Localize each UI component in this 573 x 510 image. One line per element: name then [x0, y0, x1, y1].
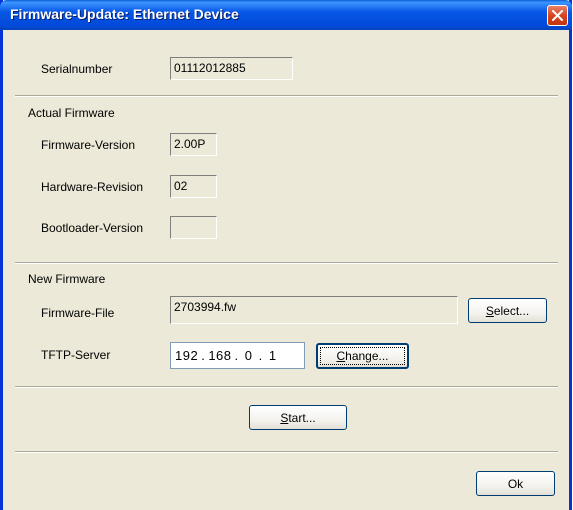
- firmware-update-dialog: Firmware-Update: Ethernet Device Serialn…: [0, 0, 572, 510]
- separator: [15, 386, 558, 388]
- firmware-version-field: 2.00P: [170, 133, 217, 156]
- new-firmware-heading: New Firmware: [28, 272, 106, 286]
- focus-rectangle: Change...: [320, 347, 405, 365]
- firmware-file-label: Firmware-File: [41, 306, 115, 320]
- serialnumber-label: Serialnumber: [41, 62, 113, 76]
- window-title: Firmware-Update: Ethernet Device: [10, 6, 239, 22]
- firmware-version-label: Firmware-Version: [41, 138, 136, 152]
- serialnumber-field: 01112012885: [170, 57, 293, 80]
- ip-dot: .: [234, 348, 239, 363]
- ip-dot: .: [201, 348, 206, 363]
- change-button[interactable]: Change...: [316, 343, 409, 369]
- bootloader-version-field: [170, 216, 217, 239]
- firmware-file-field: 2703994.fw: [170, 296, 458, 324]
- title-bar[interactable]: Firmware-Update: Ethernet Device: [0, 0, 572, 30]
- ip-dot: .: [258, 348, 263, 363]
- hardware-revision-label: Hardware-Revision: [41, 180, 144, 194]
- separator: [15, 451, 558, 453]
- actual-firmware-heading: Actual Firmware: [28, 106, 115, 120]
- close-icon: [552, 10, 563, 21]
- ip-octet-4: 1: [268, 348, 277, 363]
- tftp-server-label: TFTP-Server: [41, 348, 111, 362]
- tftp-server-ip-input[interactable]: 192. 168. 0. 1: [170, 342, 305, 369]
- ip-octet-2: 168: [208, 348, 232, 363]
- separator: [15, 95, 558, 97]
- select-mnemonic: S: [485, 303, 494, 318]
- separator: [15, 262, 558, 264]
- ip-octet-3: 0: [244, 348, 253, 363]
- ok-button[interactable]: Ok: [476, 471, 555, 496]
- change-mnemonic: C: [336, 349, 346, 363]
- bootloader-version-label: Bootloader-Version: [41, 221, 144, 235]
- ip-octet-1: 192: [175, 348, 199, 363]
- hardware-revision-field: 02: [170, 175, 217, 198]
- select-button[interactable]: Select...: [468, 298, 547, 323]
- close-button[interactable]: [547, 5, 568, 26]
- start-button[interactable]: Start...: [249, 405, 347, 430]
